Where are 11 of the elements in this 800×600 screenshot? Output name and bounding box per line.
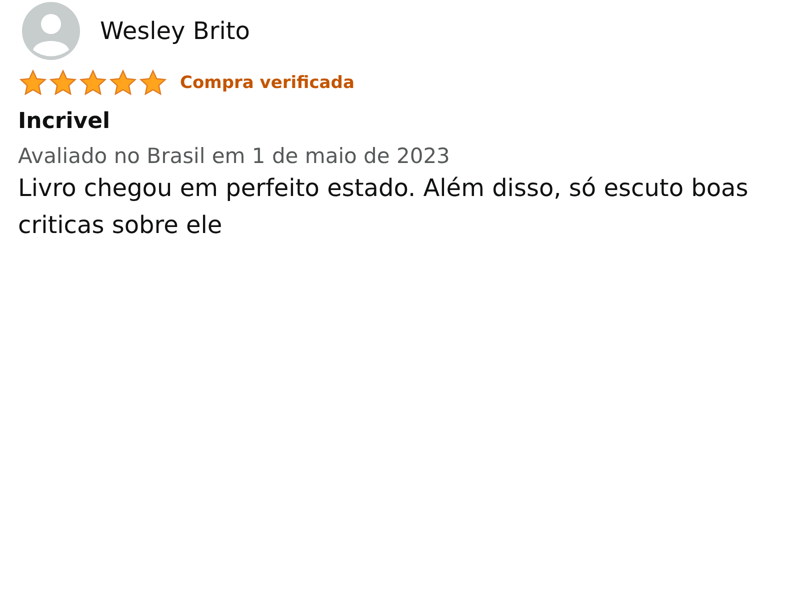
star-icon [108,69,138,97]
reviewer-name: Wesley Brito [100,17,250,45]
review-text: Livro chegou em perfeito estado. Além disso, só escuto boas criticas sobre ele [18,173,750,241]
review-title: Incrivel [18,109,112,134]
review-date: Avaliado no Brasil em 1 de maio de 2023 [18,144,451,168]
star-icon [48,69,78,97]
verified-purchase-label: Compra verificada [180,73,354,93]
star-icon [18,69,48,97]
star-icon [78,69,108,97]
avatar-icon [22,2,80,60]
star-icon [138,69,168,97]
